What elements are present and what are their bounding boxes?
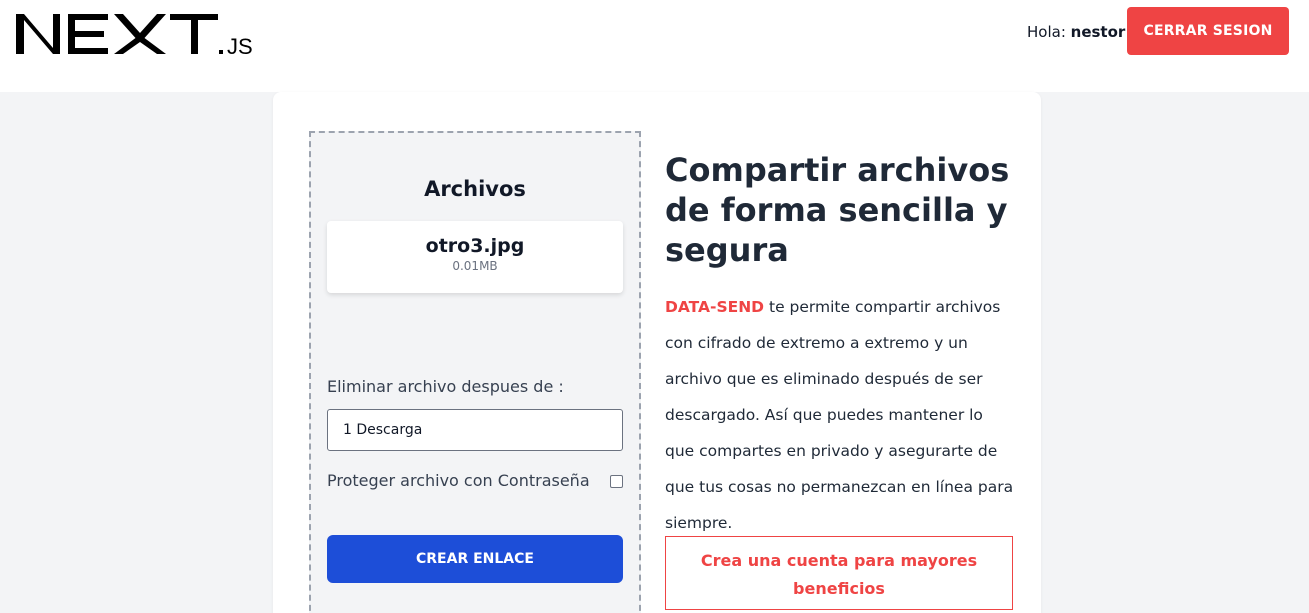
password-protect-checkbox[interactable] (610, 475, 623, 488)
username: nestor (1070, 23, 1126, 41)
signup-callout: Crea una cuenta para mayores beneficios (665, 536, 1013, 610)
description: DATA-SEND te permite compartir archivos … (665, 289, 1015, 541)
brand-name: DATA-SEND (665, 298, 765, 316)
greeting-prefix: Hola: (1027, 23, 1071, 41)
create-link-button[interactable]: CREAR ENLACE (327, 535, 623, 583)
greeting: Hola: nestor (1027, 22, 1125, 42)
file-item: otro3.jpg 0.01MB (327, 221, 623, 293)
page-title: Compartir archivos de forma sencilla y s… (665, 151, 1010, 269)
info-section: Compartir archivos de forma sencilla y s… (665, 150, 1015, 541)
files-title: Archivos (424, 177, 526, 201)
nextjs-logo[interactable]: JS (16, 8, 261, 60)
expire-select[interactable]: 1 Descarga (327, 409, 623, 451)
logout-button[interactable]: CERRAR SESION (1127, 7, 1289, 55)
description-text: te permite compartir archivos con cifrad… (665, 298, 1014, 532)
svg-text:JS: JS (227, 34, 253, 59)
main-card: Archivos otro3.jpg 0.01MB Eliminar archi… (273, 92, 1041, 613)
password-protect-label: Proteger archivo con Contraseña (327, 471, 590, 490)
top-header: JS Hola: nestor CERRAR SESION (0, 0, 1309, 92)
file-size: 0.01MB (452, 259, 498, 273)
expire-label: Eliminar archivo despues de : (327, 377, 564, 396)
file-dropzone[interactable]: Archivos otro3.jpg 0.01MB Eliminar archi… (309, 131, 641, 613)
signup-link[interactable]: Crea una cuenta para mayores beneficios (699, 547, 979, 603)
file-name: otro3.jpg (425, 235, 525, 257)
